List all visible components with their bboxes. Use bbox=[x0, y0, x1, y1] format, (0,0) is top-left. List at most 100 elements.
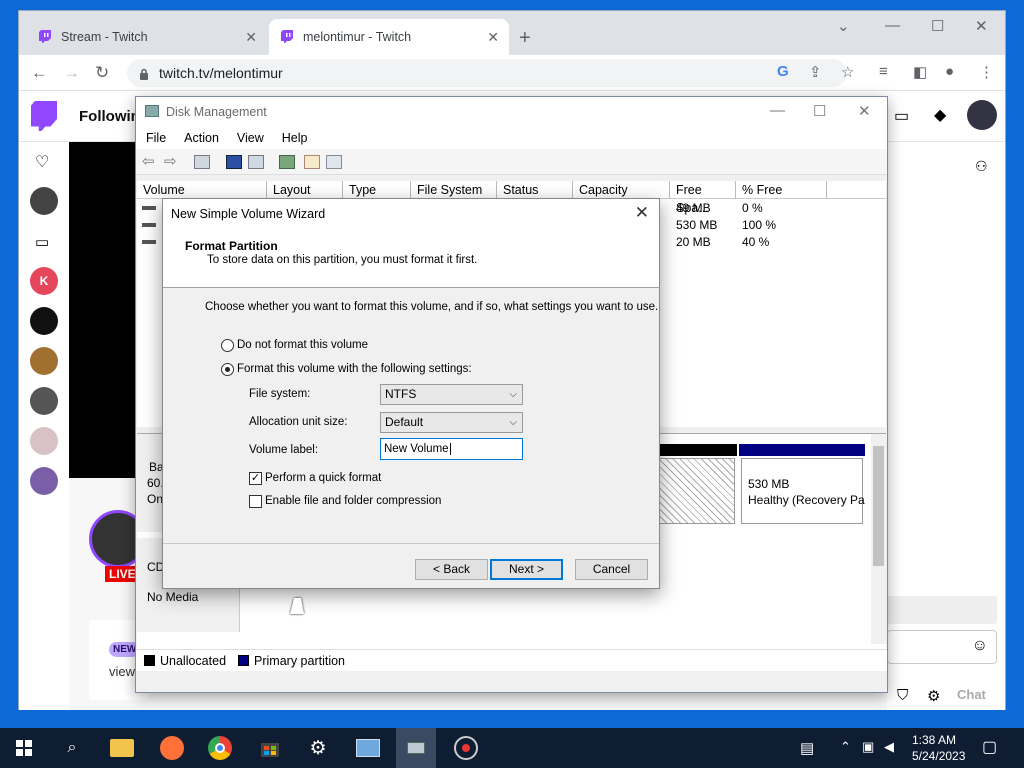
menu-kebab-icon[interactable]: ⋮ bbox=[979, 63, 994, 81]
user-avatar[interactable] bbox=[967, 100, 997, 130]
cancel-button[interactable]: Cancel bbox=[575, 559, 648, 580]
allocation-unit-select[interactable]: Default ⌵ bbox=[380, 412, 523, 433]
volume-icon[interactable]: ◀ bbox=[884, 739, 894, 755]
forward-arrow-icon[interactable]: ⇨ bbox=[164, 152, 180, 170]
windows-start-icon[interactable] bbox=[12, 736, 36, 760]
col-free-space[interactable]: Free Spa... bbox=[670, 181, 736, 215]
maximize-icon[interactable]: ☐ bbox=[813, 102, 826, 120]
chat-button[interactable]: Chat bbox=[957, 687, 986, 702]
quick-format-checkbox[interactable]: ✓ bbox=[249, 472, 262, 485]
side-panel-icon[interactable]: ◧ bbox=[913, 63, 927, 81]
close-icon[interactable]: ✕ bbox=[858, 102, 871, 120]
legend-unallocated: Unallocated bbox=[160, 653, 227, 668]
close-tab-icon[interactable]: ✕ bbox=[487, 29, 499, 46]
twitch-logo-icon[interactable] bbox=[31, 101, 57, 131]
address-bar[interactable]: twitch.tv/melontimur bbox=[127, 59, 847, 87]
minimize-icon[interactable]: — bbox=[885, 17, 900, 34]
notifications-icon[interactable]: ▢ bbox=[982, 737, 997, 757]
maximize-icon[interactable]: ☐ bbox=[931, 17, 944, 35]
channel-avatar[interactable] bbox=[30, 307, 58, 335]
new-tab-icon[interactable]: + bbox=[519, 27, 531, 50]
emote-icon[interactable]: ☺ bbox=[972, 637, 988, 655]
list-icon[interactable] bbox=[248, 155, 264, 169]
compression-label[interactable]: Enable file and folder compression bbox=[265, 495, 441, 507]
tab-stream-twitch[interactable]: Stream - Twitch ✕ bbox=[27, 19, 267, 55]
next-button[interactable]: Next > bbox=[490, 559, 563, 580]
store-icon[interactable] bbox=[258, 736, 282, 760]
channel-avatar[interactable] bbox=[30, 347, 58, 375]
channel-avatar[interactable] bbox=[30, 427, 58, 455]
disk-management-taskbar-icon[interactable] bbox=[396, 728, 436, 768]
scrollbar-thumb[interactable] bbox=[873, 446, 884, 566]
inbox-icon[interactable]: ▭ bbox=[894, 106, 909, 126]
heart-icon[interactable]: ♡ bbox=[35, 152, 49, 172]
properties-icon[interactable] bbox=[194, 155, 210, 169]
video-camera-icon[interactable]: ▭ bbox=[35, 233, 49, 251]
control-panel-icon[interactable] bbox=[356, 739, 380, 757]
connect-icon[interactable] bbox=[279, 155, 295, 169]
menu-file[interactable]: File bbox=[146, 131, 166, 145]
back-arrow-icon[interactable]: ⇦ bbox=[142, 152, 158, 170]
firefox-icon[interactable] bbox=[160, 736, 184, 760]
col-pct-free[interactable]: % Free bbox=[736, 181, 827, 199]
google-icon[interactable]: G bbox=[777, 63, 789, 80]
volume-label-input[interactable]: New Volume bbox=[380, 438, 523, 460]
video-player[interactable] bbox=[69, 142, 139, 478]
channel-avatar[interactable] bbox=[30, 387, 58, 415]
col-layout[interactable]: Layout bbox=[267, 181, 343, 199]
menu-action[interactable]: Action bbox=[184, 131, 219, 145]
radio-do-not-format[interactable] bbox=[221, 339, 234, 352]
compression-checkbox[interactable] bbox=[249, 495, 262, 508]
radio-do-not-format-label[interactable]: Do not format this volume bbox=[237, 339, 368, 351]
share-icon[interactable]: ⇪ bbox=[809, 63, 822, 81]
keyboard-icon[interactable]: ▤ bbox=[800, 739, 814, 757]
close-tab-icon[interactable]: ✕ bbox=[245, 29, 257, 46]
file-system-select[interactable]: NTFS ⌵ bbox=[380, 384, 523, 405]
chevron-up-icon[interactable]: ⌃ bbox=[840, 739, 851, 755]
radio-format[interactable] bbox=[221, 363, 234, 376]
search-icon[interactable]: ⌕ bbox=[60, 736, 84, 760]
chrome-icon[interactable] bbox=[208, 736, 232, 760]
console-icon[interactable] bbox=[326, 155, 342, 169]
radio-format-label[interactable]: Format this volume with the following se… bbox=[237, 363, 472, 375]
bits-icon[interactable]: ⛉ bbox=[897, 687, 908, 704]
col-status[interactable]: Status bbox=[497, 181, 573, 199]
forward-arrow-icon[interactable]: → bbox=[63, 63, 80, 83]
menu-help[interactable]: Help bbox=[282, 131, 308, 145]
back-button[interactable]: < Back bbox=[415, 559, 488, 580]
channel-avatar[interactable] bbox=[30, 187, 58, 215]
users-icon[interactable]: ⚇ bbox=[975, 158, 988, 175]
recovery-partition[interactable]: 530 MB Healthy (Recovery Pa bbox=[741, 458, 865, 524]
channel-avatar[interactable]: K bbox=[30, 267, 58, 295]
close-window-icon[interactable]: ✕ bbox=[975, 17, 988, 35]
vertical-scrollbar[interactable] bbox=[871, 434, 886, 644]
col-type[interactable]: Type bbox=[343, 181, 411, 199]
close-icon[interactable]: ✕ bbox=[635, 203, 649, 223]
col-volume[interactable]: Volume bbox=[137, 181, 267, 199]
chat-input[interactable]: ☺ bbox=[887, 630, 997, 664]
quick-format-label[interactable]: Perform a quick format bbox=[265, 472, 381, 484]
channel-avatar[interactable] bbox=[30, 467, 58, 495]
reload-icon[interactable]: ↻ bbox=[95, 63, 109, 83]
minimize-icon[interactable]: — bbox=[770, 102, 785, 119]
back-arrow-icon[interactable]: ← bbox=[31, 63, 48, 83]
chat-settings-gear-icon[interactable]: ⚙ bbox=[927, 687, 940, 705]
prime-icon[interactable]: ◆ bbox=[934, 105, 946, 125]
col-file-system[interactable]: File System bbox=[411, 181, 497, 199]
bookmark-star-icon[interactable]: ☆ bbox=[841, 63, 854, 81]
clock-time[interactable]: 1:38 AM bbox=[912, 733, 956, 747]
recorder-icon[interactable] bbox=[454, 736, 478, 760]
tab-melontimur-twitch[interactable]: melontimur - Twitch ✕ bbox=[269, 19, 509, 55]
file-explorer-icon[interactable] bbox=[110, 739, 134, 757]
reading-list-icon[interactable]: ≡ bbox=[879, 63, 888, 80]
check-icon[interactable] bbox=[304, 155, 320, 169]
help-icon[interactable] bbox=[226, 155, 242, 169]
settings-gear-icon[interactable]: ⚙ bbox=[306, 736, 330, 760]
network-icon[interactable]: ▣ bbox=[862, 739, 874, 755]
unallocated-partition[interactable] bbox=[659, 458, 735, 524]
tab-search-icon[interactable]: ⌄ bbox=[837, 17, 850, 35]
menu-view[interactable]: View bbox=[237, 131, 264, 145]
clock-date[interactable]: 5/24/2023 bbox=[912, 749, 965, 763]
col-capacity[interactable]: Capacity bbox=[573, 181, 670, 199]
profile-icon[interactable]: ● bbox=[945, 63, 954, 80]
